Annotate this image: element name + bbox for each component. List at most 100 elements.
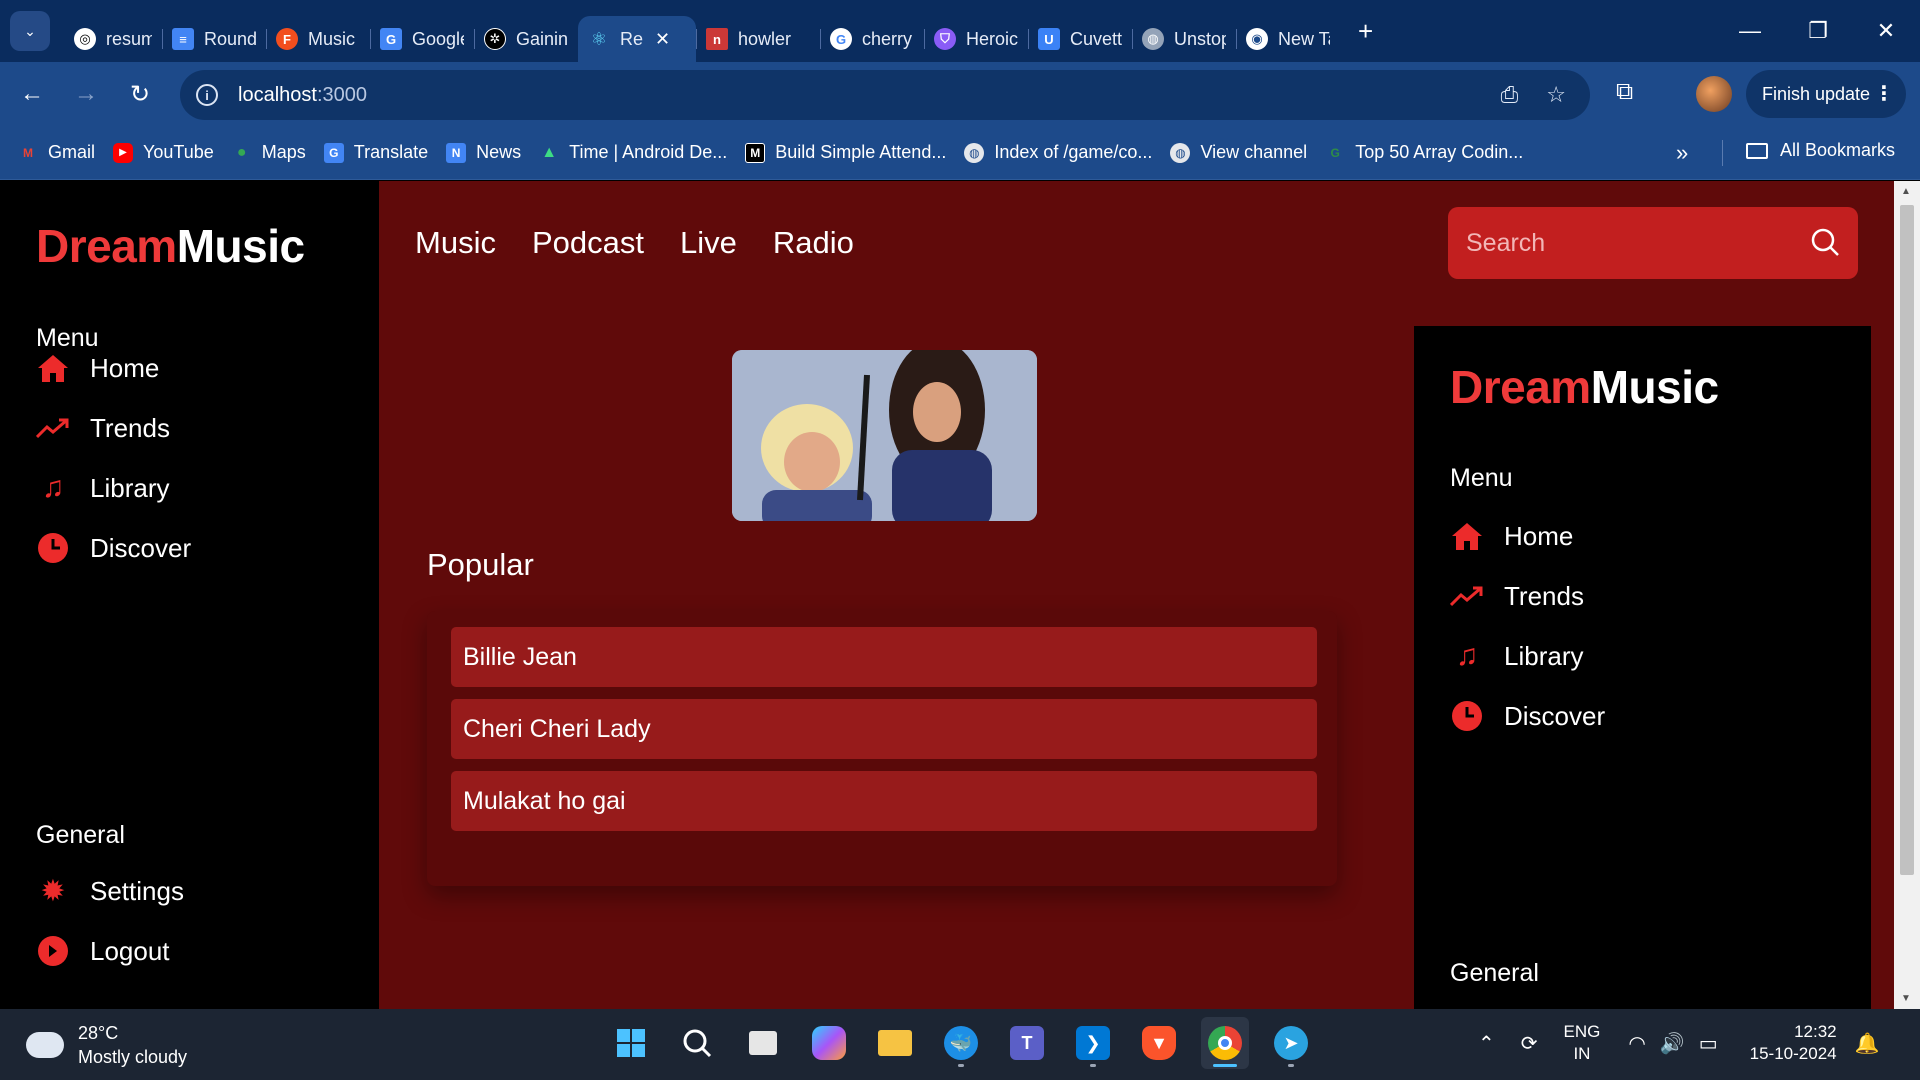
- all-bookmarks-button[interactable]: All Bookmarks: [1746, 140, 1895, 161]
- tab-howler[interactable]: n howler: [696, 16, 820, 62]
- brand-logo[interactable]: DreamMusic: [36, 219, 305, 273]
- restore-icon[interactable]: ❐: [1784, 18, 1852, 44]
- back-button[interactable]: ←: [10, 72, 54, 116]
- taskbar-telegram[interactable]: ➤: [1267, 1017, 1315, 1069]
- close-window-icon[interactable]: ✕: [1852, 18, 1920, 44]
- bookmark-medium[interactable]: M Build Simple Attend...: [745, 142, 946, 163]
- chevron-up-icon[interactable]: ⌃: [1478, 1031, 1495, 1056]
- sidebar-item-discover[interactable]: Discover: [36, 531, 191, 565]
- tab-music[interactable]: F Music I: [266, 16, 370, 62]
- scroll-up-icon[interactable]: ▲: [1901, 186, 1911, 197]
- volume-icon[interactable]: 🔊: [1660, 1031, 1685, 1056]
- tab-cherry[interactable]: G cherry: [820, 16, 924, 62]
- taskbar-chrome[interactable]: [1201, 1017, 1249, 1069]
- extensions-puzzle-icon[interactable]: ⧉: [1616, 78, 1633, 106]
- song-item[interactable]: Cheri Cheri Lady: [451, 699, 1317, 759]
- taskbar-copilot[interactable]: [805, 1017, 853, 1069]
- weather-widget[interactable]: 28°C Mostly cloudy: [26, 1021, 187, 1069]
- sidebar-item-label: Trends: [1504, 580, 1584, 611]
- sidebar-item-logout[interactable]: Logout: [36, 934, 170, 968]
- taskbar-brave[interactable]: ▼: [1135, 1017, 1183, 1069]
- tab-cuvette[interactable]: U Cuvette: [1028, 16, 1132, 62]
- input-language[interactable]: ENG IN: [1564, 1021, 1601, 1065]
- bookmark-index[interactable]: ◍ Index of /game/co...: [964, 142, 1152, 163]
- nav-live[interactable]: Live: [680, 225, 737, 261]
- tab-resume[interactable]: ◎ resume: [64, 16, 162, 62]
- react-icon: ⚛: [590, 28, 608, 49]
- minimize-icon[interactable]: —: [1716, 18, 1784, 44]
- cloudy-weather-icon: [26, 1024, 64, 1058]
- tab-search-button[interactable]: ⌄: [10, 11, 50, 51]
- bookmark-youtube[interactable]: ▶ YouTube: [113, 142, 214, 163]
- tab-google[interactable]: G Google: [370, 16, 474, 62]
- bookmark-translate[interactable]: G Translate: [323, 142, 428, 163]
- search-icon[interactable]: [1810, 227, 1840, 257]
- tab-react-app[interactable]: ⚛ Re ✕: [578, 16, 696, 62]
- tab-round[interactable]: ≡ Round: [162, 16, 266, 62]
- tab-gaining[interactable]: ✲ Gaining: [474, 16, 578, 62]
- bookmark-star-icon[interactable]: ☆: [1546, 82, 1566, 108]
- sidebar-item-settings[interactable]: ✹ Settings: [36, 874, 184, 908]
- running-indicator: [1288, 1064, 1294, 1067]
- taskbar-apps: 🐳 T ❯ ▼ ➤: [607, 1017, 1315, 1069]
- sidebar-item-discover[interactable]: Discover: [1450, 699, 1605, 733]
- bookmark-android[interactable]: ▲ Time | Android De...: [539, 142, 727, 163]
- docs-icon: ≡: [172, 28, 194, 50]
- url-text[interactable]: localhost:3000: [238, 84, 367, 107]
- forward-button[interactable]: →: [64, 72, 108, 116]
- song-item[interactable]: Mulakat ho gai: [451, 771, 1317, 831]
- bookmark-channel[interactable]: ◍ View channel: [1170, 142, 1307, 163]
- sidebar-item-library[interactable]: ♫ Library: [36, 471, 170, 505]
- brand-logo[interactable]: DreamMusic: [1450, 360, 1719, 414]
- scrollbar-thumb[interactable]: [1900, 205, 1914, 875]
- battery-icon[interactable]: ▭: [1699, 1031, 1718, 1056]
- finish-update-button[interactable]: Finish update ⋮: [1746, 70, 1906, 118]
- sync-icon[interactable]: ⟳: [1521, 1031, 1538, 1056]
- bookmark-maps[interactable]: ● Maps: [232, 142, 306, 163]
- scroll-down-icon[interactable]: ▼: [1901, 993, 1911, 1004]
- wifi-icon[interactable]: ◠: [1628, 1031, 1645, 1056]
- site-info-icon[interactable]: i: [196, 84, 218, 106]
- taskbar-search[interactable]: [673, 1017, 721, 1069]
- tab-heroic[interactable]: ⛉ Heroic: [924, 16, 1028, 62]
- clock[interactable]: 12:32 15-10-2024: [1750, 1021, 1837, 1065]
- song-item[interactable]: Billie Jean: [451, 627, 1317, 687]
- bookmark-gfg[interactable]: G Top 50 Array Codin...: [1325, 142, 1524, 163]
- start-button[interactable]: [607, 1017, 655, 1069]
- profile-avatar[interactable]: [1696, 76, 1732, 112]
- reload-button[interactable]: ↻: [118, 72, 162, 116]
- tab-unstop[interactable]: ◍ Unstop: [1132, 16, 1236, 62]
- sidebar-item-home[interactable]: Home: [36, 351, 159, 385]
- tab-new-tab[interactable]: ◉ New Ta: [1236, 16, 1340, 62]
- brand-part-music: Music: [1590, 361, 1719, 413]
- taskbar: 28°C Mostly cloudy 🐳 T ❯ ▼ ➤ ⌃ ⟳ ENG IN …: [0, 1009, 1920, 1080]
- new-tab-button[interactable]: +: [1358, 16, 1373, 47]
- sidebar-item-library[interactable]: ♫ Library: [1450, 639, 1584, 673]
- nav-music[interactable]: Music: [415, 225, 496, 261]
- search-input[interactable]: [1466, 207, 1786, 279]
- running-indicator: [958, 1064, 964, 1067]
- nav-radio[interactable]: Radio: [773, 225, 854, 261]
- close-tab-icon[interactable]: ✕: [655, 29, 670, 50]
- sidebar-item-trends[interactable]: Trends: [36, 411, 170, 445]
- more-bookmarks-icon[interactable]: »: [1676, 140, 1688, 166]
- sidebar-item-home[interactable]: Home: [1450, 519, 1573, 553]
- android-icon: ▲: [541, 143, 558, 161]
- sidebar-item-label: Library: [1504, 640, 1584, 671]
- taskbar-vscode[interactable]: ❯: [1069, 1017, 1117, 1069]
- album-cover-image[interactable]: [732, 350, 1037, 521]
- taskbar-task-view[interactable]: [739, 1017, 787, 1069]
- sidebar-item-label: Library: [90, 472, 170, 503]
- notification-bell-icon[interactable]: 🔔: [1855, 1031, 1880, 1056]
- taskbar-file-explorer[interactable]: [871, 1017, 919, 1069]
- install-app-icon[interactable]: ⎙: [1501, 82, 1519, 108]
- nav-podcast[interactable]: Podcast: [532, 225, 644, 261]
- address-bar[interactable]: i localhost:3000 ⎙ ☆: [180, 70, 1590, 120]
- taskbar-docker[interactable]: 🐳: [937, 1017, 985, 1069]
- translate-icon: G: [380, 28, 402, 50]
- bookmark-gmail[interactable]: M Gmail: [18, 142, 95, 163]
- page-scrollbar[interactable]: ▲ ▼: [1894, 181, 1920, 1009]
- bookmark-news[interactable]: N News: [446, 142, 521, 163]
- sidebar-item-trends[interactable]: Trends: [1450, 579, 1584, 613]
- taskbar-teams[interactable]: T: [1003, 1017, 1051, 1069]
